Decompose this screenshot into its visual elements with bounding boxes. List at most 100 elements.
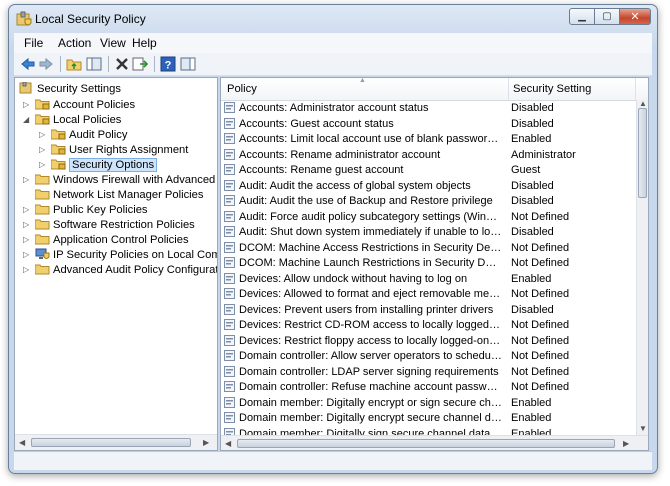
table-row[interactable]: Domain controller: Refuse machine accoun… [221,380,635,396]
table-row[interactable]: Devices: Allowed to format and eject rem… [221,287,635,303]
help-icon[interactable]: ? [160,56,176,72]
tree-item-label: Network List Manager Policies [53,189,204,201]
tree-item-network-list-manager[interactable]: Network List Manager Policies [35,187,203,203]
scroll-up-icon[interactable]: ▲ [639,99,647,108]
export-list-icon[interactable] [132,56,148,72]
policy-name: DCOM: Machine Launch Restrictions in Sec… [239,257,502,269]
delete-icon[interactable] [114,56,130,72]
title-bar[interactable]: Local Security Policy ▁ ▢ ✕ [9,5,657,33]
tree-item-local-policies[interactable]: Local Policies [35,112,121,128]
expand-account-policies-icon[interactable]: ▷ [23,97,33,113]
column-header-security-setting[interactable]: Security Setting [513,83,591,95]
expand-advanced-audit-icon[interactable]: ▷ [23,262,33,278]
list-horizontal-scrollbar[interactable]: ◀ ▶ [221,435,648,450]
scroll-right-icon[interactable]: ▶ [623,439,629,448]
list-horizontal-scroll-thumb[interactable] [237,439,615,448]
tree-item-windows-firewall[interactable]: Windows Firewall with Advanced Security [35,172,217,188]
up-folder-icon[interactable] [66,56,82,72]
menu-action[interactable]: Action [58,36,91,50]
expand-firewall-icon[interactable]: ▷ [23,172,33,188]
table-row[interactable]: Accounts: Rename administrator account Ad… [221,148,635,164]
list-vertical-scrollbar[interactable]: ▲ ▼ [636,99,648,435]
expand-ip-security-icon[interactable]: ▷ [23,247,33,263]
close-button[interactable]: ✕ [619,8,651,25]
table-row[interactable]: Audit: Shut down system immediately if u… [221,225,635,241]
minimize-button[interactable]: ▁ [569,8,595,25]
tree-item-audit-policy[interactable]: Audit Policy [51,127,127,143]
column-header-policy[interactable]: Policy [227,83,257,95]
tree-item-security-options[interactable]: Security Options [51,157,158,173]
tree-item-software-restriction[interactable]: Software Restriction Policies [35,217,195,233]
policy-setting-value: Disabled [511,226,554,238]
policy-setting-value: Enabled [511,412,552,424]
table-row[interactable]: DCOM: Machine Launch Restrictions in Sec… [221,256,635,272]
window-title: Local Security Policy [35,12,146,26]
show-hide-action-pane-icon[interactable] [180,56,196,72]
expand-software-restriction-icon[interactable]: ▷ [23,217,33,233]
policy-setting-icon [224,241,235,253]
tree-item-user-rights-assignment[interactable]: User Rights Assignment [51,142,188,158]
maximize-button[interactable]: ▢ [594,8,620,25]
policy-name: Devices: Restrict floppy access to local… [239,334,502,347]
policy-name: Domain controller: Refuse machine accoun… [239,381,502,393]
table-row[interactable]: Accounts: Administrator account status Di… [221,101,635,117]
table-row[interactable]: Domain controller: LDAP server signing r… [221,365,635,381]
tree-item-account-policies[interactable]: Account Policies [35,97,135,113]
scroll-right-icon[interactable]: ▶ [203,438,209,447]
policy-setting-value: Guest [511,164,541,176]
policy-name: Devices: Restrict CD-ROM access to local… [239,319,502,331]
tree-item-advanced-audit[interactable]: Advanced Audit Policy Configuration [35,262,217,278]
policy-setting-icon [224,303,235,315]
table-row[interactable]: Audit: Audit the access of global system… [221,179,635,195]
table-row[interactable]: Accounts: Rename guest account Guest [221,163,635,179]
table-row[interactable]: Devices: Allow undock without having to … [221,272,635,288]
table-row[interactable]: Domain controller: Allow server operator… [221,349,635,365]
menu-help[interactable]: Help [132,36,157,50]
policy-setting-value: Disabled [511,179,554,192]
table-row[interactable]: Devices: Restrict CD-ROM access to local… [221,318,635,334]
back-arrow-icon[interactable] [20,56,36,72]
policy-setting-value: Not Defined [511,334,570,347]
policy-setting-icon [224,195,235,206]
expand-public-key-icon[interactable]: ▷ [23,202,33,218]
policy-setting-icon [224,396,235,408]
menu-file[interactable]: File [24,36,43,50]
table-row[interactable]: Domain member: Digitally encrypt or sign… [221,396,635,412]
forward-arrow-icon[interactable] [38,56,54,72]
table-row[interactable]: Devices: Prevent users from installing p… [221,303,635,319]
expand-user-rights-icon[interactable]: ▷ [39,142,49,158]
tree-root[interactable]: Security Settings [19,81,121,97]
collapse-local-policies-icon[interactable]: ◢ [23,112,33,128]
policy-setting-value: Disabled [511,303,554,316]
scroll-left-icon[interactable]: ◀ [19,438,25,447]
table-row[interactable]: Audit: Audit the use of Backup and Resto… [221,194,635,210]
tree-item-ip-security[interactable]: IP Security Policies on Local Computer [35,247,217,263]
tree-item-label: Audit Policy [69,129,128,141]
table-row[interactable]: Accounts: Guest account status Disabled [221,117,635,133]
table-row[interactable]: Accounts: Limit local account use of bla… [221,132,635,148]
policy-setting-value: Enabled [511,396,552,409]
policy-setting-value: Not Defined [511,257,570,269]
expand-application-control-icon[interactable]: ▷ [23,232,33,248]
policy-setting-value: Disabled [511,102,554,114]
scroll-left-icon[interactable]: ◀ [225,439,231,448]
table-row[interactable]: Audit: Force audit policy subcategory se… [221,210,635,226]
expand-audit-policy-icon[interactable]: ▷ [39,127,49,143]
policy-setting-value: Not Defined [511,350,570,362]
table-row[interactable]: Domain member: Digitally encrypt secure … [221,411,635,427]
table-row[interactable]: Devices: Restrict floppy access to local… [221,334,635,350]
menu-view[interactable]: View [100,36,126,50]
tree-horizontal-scrollbar[interactable]: ◀ ▶ [15,434,217,450]
scroll-down-icon[interactable]: ▼ [639,424,647,433]
tree-root-label: Security Settings [37,83,121,95]
policy-name: Accounts: Limit local account use of bla… [239,133,502,145]
policy-setting-icon [224,257,235,268]
tree-item-public-key-policies[interactable]: Public Key Policies [35,202,148,218]
list-vertical-scroll-thumb[interactable] [638,108,647,198]
table-row[interactable]: DCOM: Machine Access Restrictions in Sec… [221,241,635,257]
tree-item-application-control[interactable]: Application Control Policies [35,232,189,248]
security-settings-icon [19,82,32,94]
tree-scroll-thumb[interactable] [31,438,191,447]
expand-security-options-icon[interactable]: ▷ [39,157,49,173]
show-hide-tree-icon[interactable] [86,56,102,72]
